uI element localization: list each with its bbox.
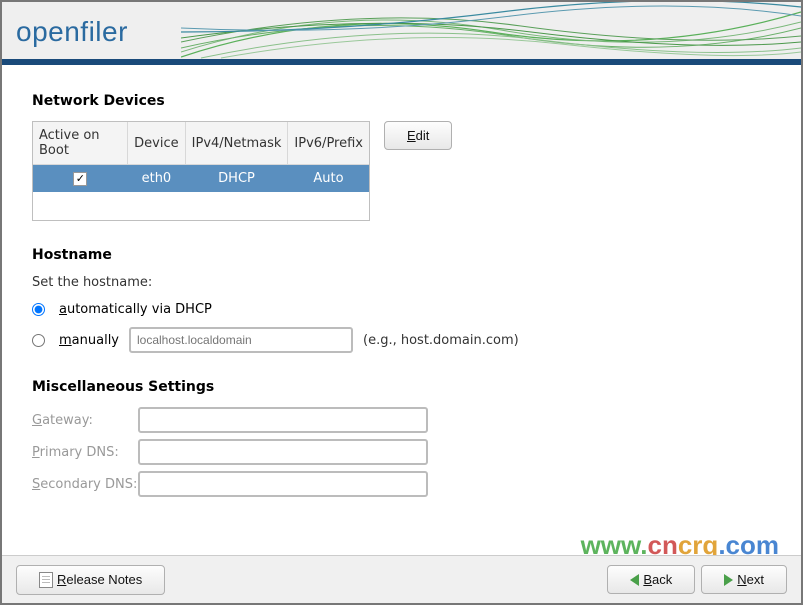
next-button[interactable]: Next (701, 565, 787, 594)
col-active[interactable]: Active on Boot (33, 122, 128, 165)
radio-auto[interactable] (32, 303, 45, 316)
cell-ipv4: DHCP (185, 165, 288, 193)
arrow-right-icon (724, 574, 733, 586)
header: openfiler (2, 2, 801, 59)
col-device[interactable]: Device (128, 122, 185, 165)
brand-text: openfiler (16, 16, 128, 47)
hostname-input[interactable] (129, 327, 353, 353)
document-icon (39, 572, 53, 588)
radio-manual[interactable] (32, 334, 45, 347)
hostname-subtitle: Set the hostname: (32, 275, 771, 290)
table-row[interactable]: ✓ eth0 DHCP Auto (33, 165, 369, 193)
col-ipv4[interactable]: IPv4/Netmask (185, 122, 288, 165)
arrow-left-icon (630, 574, 639, 586)
secondary-dns-input[interactable] (138, 471, 428, 497)
content: Network Devices Active on Boot Device IP… (2, 65, 801, 497)
header-decoration (181, 2, 801, 59)
hostname-hint: (e.g., host.domain.com) (363, 333, 519, 348)
table-header-row: Active on Boot Device IPv4/Netmask IPv6/… (33, 122, 369, 165)
col-ipv6[interactable]: IPv6/Prefix (288, 122, 369, 165)
gateway-input[interactable] (138, 407, 428, 433)
logo: openfiler (16, 16, 128, 48)
hostname-title: Hostname (32, 247, 771, 263)
cell-active[interactable]: ✓ (33, 165, 128, 193)
edit-label: dit (416, 128, 430, 143)
misc-title: Miscellaneous Settings (32, 379, 771, 395)
secondary-dns-label: Secondary DNS: (32, 477, 138, 492)
footer: Release Notes Back Next (2, 555, 801, 603)
checkbox-icon[interactable]: ✓ (73, 172, 87, 186)
edit-button[interactable]: Edit (384, 121, 452, 150)
radio-auto-label[interactable]: automatically via DHCP (59, 302, 212, 317)
cell-device: eth0 (128, 165, 185, 193)
gateway-label: Gateway: (32, 413, 138, 428)
primary-dns-input[interactable] (138, 439, 428, 465)
back-button[interactable]: Back (607, 565, 695, 594)
primary-dns-label: Primary DNS: (32, 445, 138, 460)
network-devices-table[interactable]: Active on Boot Device IPv4/Netmask IPv6/… (32, 121, 370, 221)
cell-ipv6: Auto (288, 165, 369, 193)
release-notes-button[interactable]: Release Notes (16, 565, 165, 595)
radio-manual-label[interactable]: manually (59, 333, 119, 348)
network-title: Network Devices (32, 93, 771, 109)
